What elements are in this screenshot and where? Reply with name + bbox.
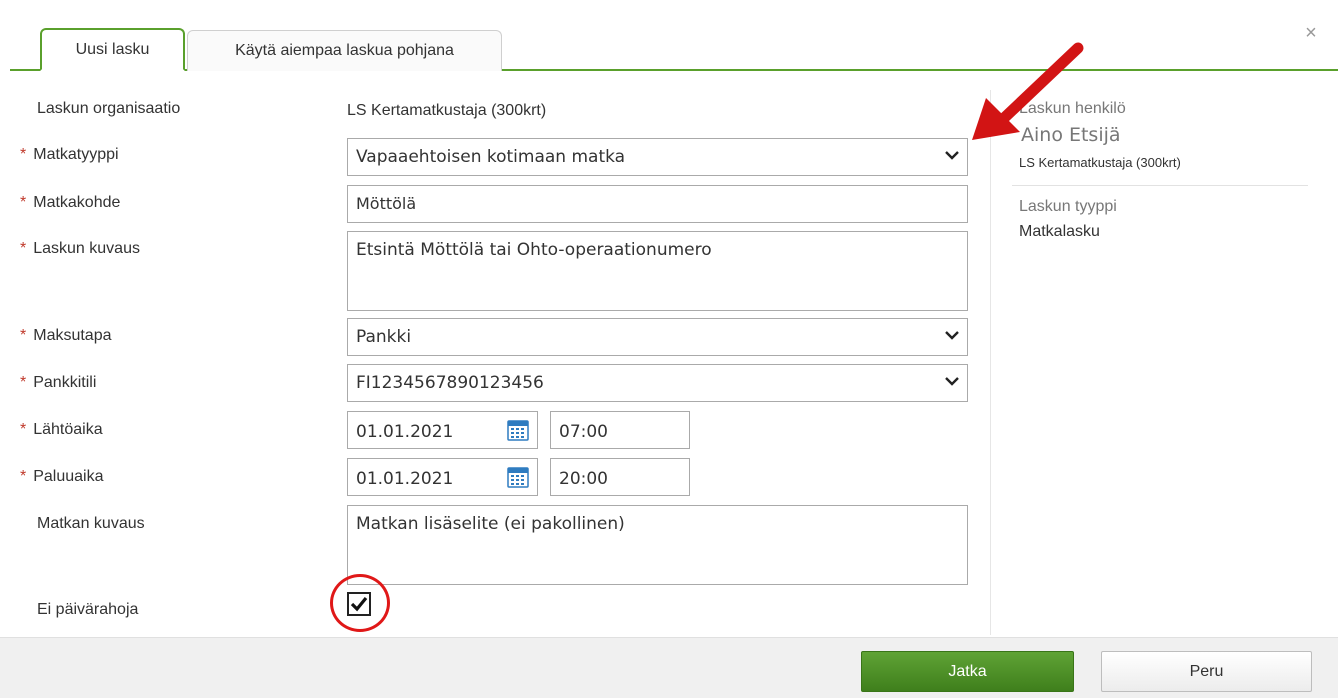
return-label: * Paluuaika: [20, 468, 104, 485]
destination-label: * Matkakohde: [20, 194, 121, 211]
invoice-type-value: Matkalasku: [1019, 223, 1100, 240]
organization-label: Laskun organisaatio: [37, 100, 181, 117]
chevron-down-icon: [945, 151, 959, 160]
bank-account-value: FI1234567890123456: [356, 373, 544, 393]
trip-description-textarea[interactable]: Matkan lisäselite (ei pakollinen): [347, 505, 968, 585]
travel-type-select[interactable]: Vapaaehtoisen kotimaan matka: [347, 138, 968, 176]
travel-type-label: * Matkatyyppi: [20, 146, 119, 163]
annotation-arrow: [972, 42, 1084, 140]
bank-account-label: * Pankkitili: [20, 374, 97, 391]
bank-account-select[interactable]: FI1234567890123456: [347, 364, 968, 402]
continue-button[interactable]: Jatka: [861, 651, 1074, 692]
departure-label: * Lähtöaika: [20, 421, 103, 438]
cancel-button[interactable]: Peru: [1101, 651, 1312, 692]
chevron-down-icon: [945, 377, 959, 386]
return-date-input[interactable]: 01.01.2021: [347, 458, 538, 496]
invoice-type-label: Laskun tyyppi: [1019, 198, 1117, 215]
return-date-value: 01.01.2021: [356, 469, 454, 489]
side-panel-divider: [990, 90, 991, 635]
tab-bar: Uusi lasku Käytä aiempaa laskua pohjana …: [0, 0, 1338, 72]
required-marker: *: [20, 194, 27, 211]
invoice-description-textarea[interactable]: Etsintä Möttölä tai Ohto-operaationumero: [347, 231, 968, 311]
required-marker: *: [20, 240, 27, 257]
tab-new-invoice[interactable]: Uusi lasku: [40, 28, 185, 71]
organization-value: LS Kertamatkustaja (300krt): [347, 102, 547, 119]
annotation-circle: [330, 574, 390, 632]
required-marker: *: [20, 146, 27, 163]
side-panel-separator: [1012, 185, 1308, 186]
payment-method-select[interactable]: Pankki: [347, 318, 968, 356]
required-marker: *: [20, 468, 27, 485]
payment-method-value: Pankki: [356, 327, 412, 347]
required-marker: *: [20, 421, 27, 438]
destination-input[interactable]: Möttölä: [347, 185, 968, 223]
travel-type-value: Vapaaehtoisen kotimaan matka: [356, 147, 626, 167]
calendar-icon[interactable]: [507, 419, 529, 441]
payment-method-label: * Maksutapa: [20, 327, 112, 344]
invoice-person-org: LS Kertamatkustaja (300krt): [1019, 155, 1181, 170]
trip-description-label: Matkan kuvaus: [37, 515, 145, 532]
departure-date-input[interactable]: 01.01.2021: [347, 411, 538, 449]
required-marker: *: [20, 374, 27, 391]
close-icon[interactable]: ×: [1302, 23, 1320, 43]
no-per-diem-label: Ei päivärahoja: [37, 601, 139, 618]
invoice-description-label: * Laskun kuvaus: [20, 240, 140, 257]
calendar-icon[interactable]: [507, 466, 529, 488]
tab-use-previous-invoice[interactable]: Käytä aiempaa laskua pohjana: [187, 30, 502, 71]
required-marker: *: [20, 327, 27, 344]
departure-date-value: 01.01.2021: [356, 422, 454, 442]
return-time-input[interactable]: 20:00: [550, 458, 690, 496]
chevron-down-icon: [945, 331, 959, 340]
departure-time-input[interactable]: 07:00: [550, 411, 690, 449]
